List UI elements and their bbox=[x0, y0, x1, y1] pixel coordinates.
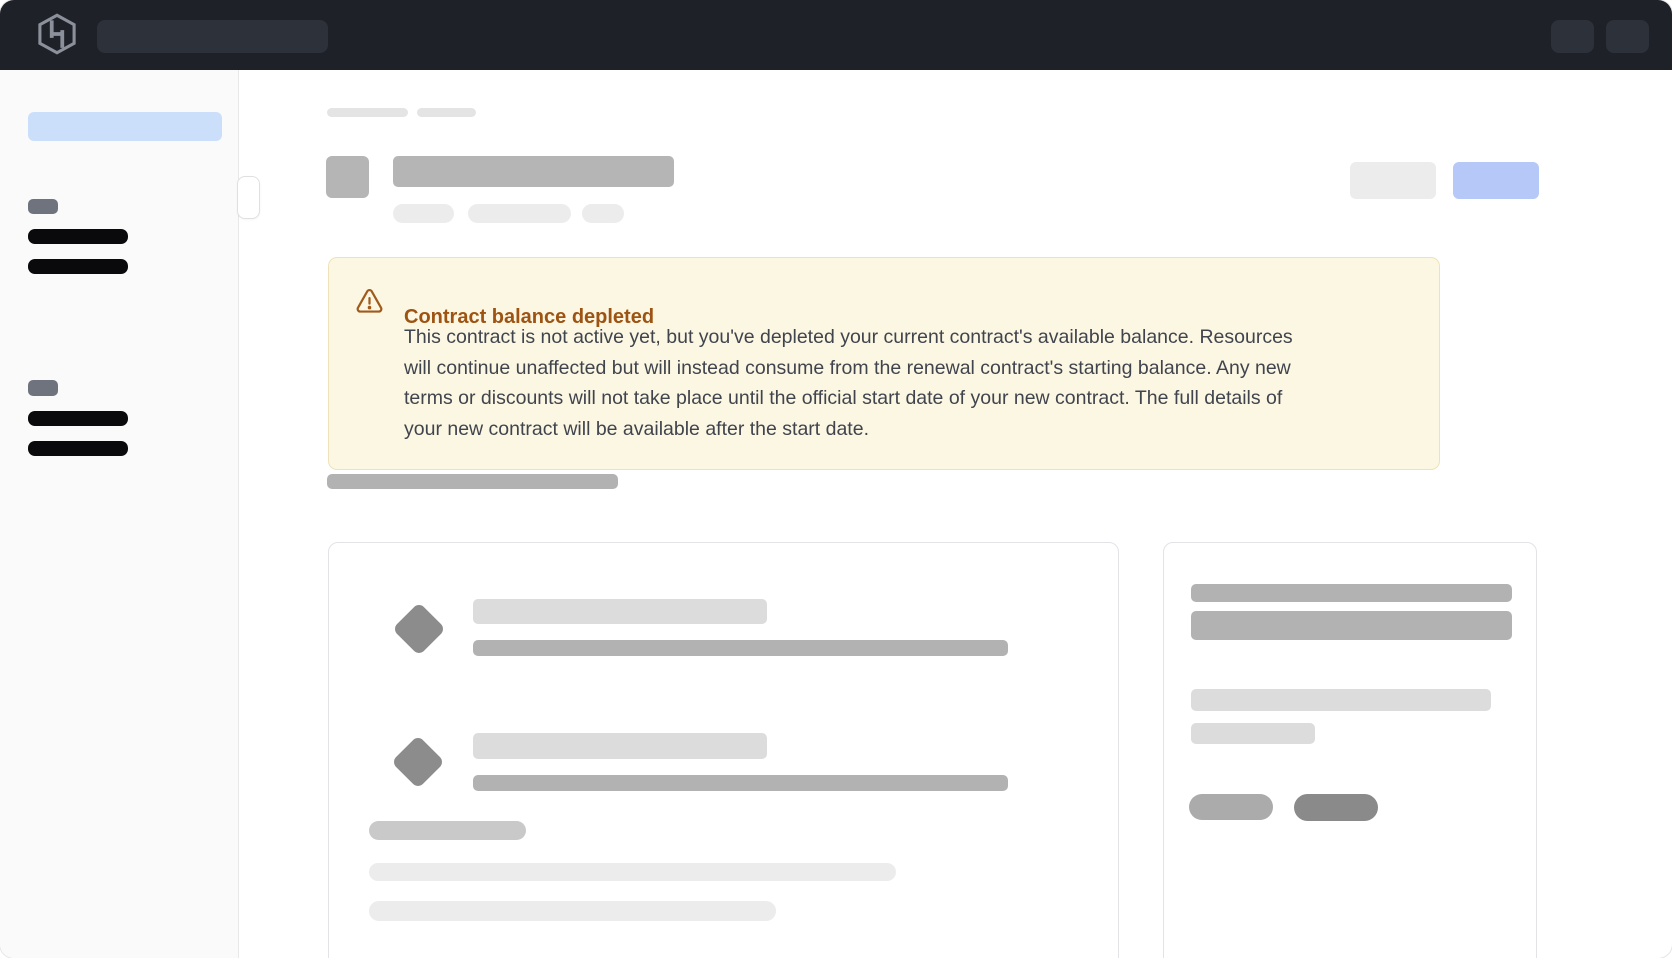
search-input-skeleton[interactable] bbox=[97, 20, 328, 53]
list-item-subtitle-skeleton bbox=[473, 640, 1008, 656]
diamond-icon bbox=[391, 735, 445, 789]
sidebar-section-label-skeleton bbox=[28, 380, 58, 396]
warning-alert: Contract balance depleted This contract … bbox=[328, 257, 1440, 470]
summary-card bbox=[1163, 542, 1537, 958]
sidebar-item-skeleton[interactable] bbox=[28, 229, 128, 244]
page-title-skeleton bbox=[393, 156, 674, 187]
diamond-icon bbox=[392, 602, 446, 656]
badge-skeleton bbox=[468, 204, 571, 223]
app-window: Contract balance depleted This contract … bbox=[0, 0, 1672, 958]
alert-body-line: will continue unaffected but will instea… bbox=[404, 353, 1293, 384]
list-item-subtitle-skeleton bbox=[473, 775, 1008, 791]
topbar-action-button-2[interactable] bbox=[1606, 20, 1649, 53]
card-text-skeleton bbox=[1191, 689, 1491, 711]
sidebar-section-label-skeleton bbox=[28, 199, 58, 214]
label-skeleton bbox=[369, 821, 526, 840]
card-title-skeleton bbox=[1191, 611, 1512, 640]
list-item-title-skeleton bbox=[473, 599, 767, 624]
sidebar-item-skeleton[interactable] bbox=[28, 441, 128, 456]
sidebar-collapse-handle[interactable] bbox=[237, 176, 260, 219]
text-line-skeleton bbox=[369, 863, 896, 881]
topbar bbox=[0, 0, 1672, 70]
card-title-skeleton bbox=[1191, 584, 1512, 602]
text-line-skeleton bbox=[369, 901, 776, 921]
sidebar bbox=[0, 70, 239, 958]
page-icon-skeleton bbox=[326, 156, 369, 198]
badge-skeleton bbox=[393, 204, 454, 223]
primary-button-skeleton[interactable] bbox=[1453, 162, 1539, 199]
hashicorp-logo-icon[interactable] bbox=[38, 13, 76, 60]
alert-triangle-icon bbox=[354, 286, 385, 322]
card-button-skeleton[interactable] bbox=[1294, 794, 1378, 821]
badge-skeleton bbox=[582, 204, 624, 223]
sidebar-item-active-skeleton[interactable] bbox=[28, 112, 222, 141]
section-title-skeleton bbox=[327, 474, 618, 489]
alert-body-line: terms or discounts will not take place u… bbox=[404, 383, 1293, 414]
alert-body: This contract is not active yet, but you… bbox=[404, 322, 1293, 444]
list-item-title-skeleton bbox=[473, 733, 767, 759]
breadcrumb-skeleton bbox=[417, 108, 476, 117]
alert-body-line: your new contract will be available afte… bbox=[404, 414, 1293, 445]
breadcrumb-skeleton bbox=[327, 108, 408, 117]
alert-body-line: This contract is not active yet, but you… bbox=[404, 322, 1293, 353]
card-button-skeleton[interactable] bbox=[1189, 794, 1273, 820]
sidebar-item-skeleton[interactable] bbox=[28, 259, 128, 274]
card-text-skeleton bbox=[1191, 723, 1315, 744]
secondary-button-skeleton[interactable] bbox=[1350, 162, 1436, 199]
sidebar-item-skeleton[interactable] bbox=[28, 411, 128, 426]
topbar-action-button-1[interactable] bbox=[1551, 20, 1594, 53]
resources-card bbox=[328, 542, 1119, 958]
